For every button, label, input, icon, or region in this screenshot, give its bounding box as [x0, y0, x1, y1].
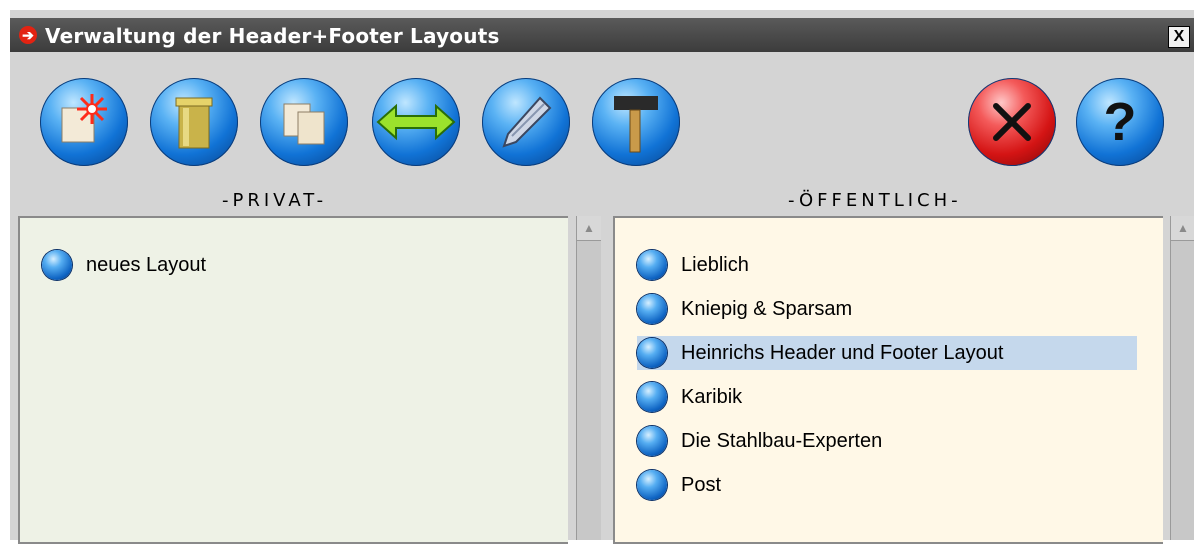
- tools-button[interactable]: [592, 78, 680, 166]
- help-icon: ?: [1104, 92, 1137, 152]
- layout-bullet-icon: [637, 426, 667, 456]
- list-item-label: Post: [681, 473, 722, 496]
- layout-bullet-icon: [637, 338, 667, 368]
- edit-icon: [502, 96, 552, 148]
- scroll-up-arrow-icon[interactable]: ▲: [577, 216, 601, 241]
- title-bar[interactable]: ➔ Verwaltung der Header+Footer Layouts X: [10, 18, 1194, 52]
- layout-bullet-icon: [637, 470, 667, 500]
- new-layout-button[interactable]: [40, 78, 128, 166]
- arrow-right-icon: ➔: [19, 26, 37, 44]
- private-section-label: -PRIVAT-: [222, 190, 328, 211]
- copy-icon: [283, 103, 325, 145]
- public-layout-list: Lieblich Kniepig & Sparsam Heinrichs Hea…: [613, 216, 1163, 544]
- list-item[interactable]: neues Layout: [42, 248, 542, 282]
- list-item[interactable]: Karibik: [637, 380, 1137, 414]
- scroll-up-arrow-icon[interactable]: ▲: [1171, 216, 1194, 241]
- layout-bullet-icon: [42, 250, 72, 280]
- public-scrollbar[interactable]: ▲: [1170, 216, 1194, 540]
- private-scrollbar[interactable]: ▲: [576, 216, 601, 540]
- list-item-label: Karibik: [681, 385, 743, 408]
- layout-manager-window: ➔ Verwaltung der Header+Footer Layouts X: [10, 10, 1194, 544]
- list-item-label: Heinrichs Header und Footer Layout: [681, 341, 1004, 364]
- delete-layout-button[interactable]: [150, 78, 238, 166]
- layout-bullet-icon: [637, 250, 667, 280]
- list-item[interactable]: Kniepig & Sparsam: [637, 292, 1137, 326]
- help-button[interactable]: ?: [1076, 78, 1164, 166]
- move-icon: [376, 103, 456, 141]
- layout-bullet-icon: [637, 382, 667, 412]
- cancel-icon: [993, 103, 1031, 141]
- new-layout-icon: [61, 94, 107, 143]
- close-window-button[interactable]: X: [1168, 26, 1190, 48]
- list-item-label: Lieblich: [681, 253, 749, 276]
- window-title: Verwaltung der Header+Footer Layouts: [45, 24, 500, 48]
- list-item[interactable]: Lieblich: [637, 248, 1137, 282]
- cancel-button[interactable]: [968, 78, 1056, 166]
- copy-layout-button[interactable]: [260, 78, 348, 166]
- move-layout-button[interactable]: [372, 78, 460, 166]
- list-item-selected[interactable]: Heinrichs Header und Footer Layout: [637, 336, 1137, 370]
- layout-bullet-icon: [637, 294, 667, 324]
- public-section-label: -ÖFFENTLICH-: [788, 190, 962, 211]
- list-item-label: Die Stahlbau-Experten: [681, 429, 883, 452]
- list-item-label: Kniepig & Sparsam: [681, 297, 853, 320]
- list-item[interactable]: Post: [637, 468, 1137, 502]
- private-layout-list: neues Layout: [18, 216, 568, 544]
- hammer-icon: [614, 96, 658, 153]
- list-item[interactable]: Die Stahlbau-Experten: [637, 424, 1137, 458]
- trash-icon: [175, 97, 213, 149]
- svg-text:?: ?: [1104, 92, 1137, 152]
- edit-layout-button[interactable]: [482, 78, 570, 166]
- list-item-label: neues Layout: [86, 253, 207, 276]
